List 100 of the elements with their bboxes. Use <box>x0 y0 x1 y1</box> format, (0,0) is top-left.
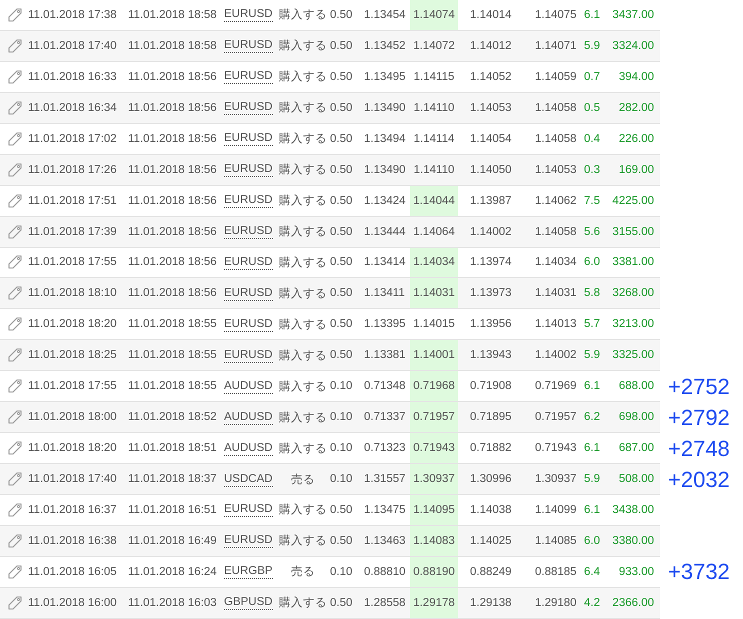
table-cell-text: 1.30937 <box>534 472 578 488</box>
table-cell: 1.14031 <box>410 278 458 308</box>
table-cell-text: 1.14013 <box>534 317 578 332</box>
symbol-link[interactable]: EURUSD <box>224 69 273 84</box>
symbol-link[interactable]: EURUSD <box>224 533 273 548</box>
table-cell-text: 購入する <box>278 70 328 86</box>
symbol-link[interactable]: EURUSD <box>224 286 273 301</box>
table-cell-text: 1.14110 <box>412 162 456 178</box>
symbol-link[interactable]: USDCAD <box>224 472 273 487</box>
table-cell-text: 11.01.2018 18:58 <box>128 8 218 23</box>
table-cell-text: 0.7 <box>583 70 601 85</box>
symbol-link[interactable]: EURUSD <box>224 100 273 116</box>
table-cell-text: 0.10 <box>330 410 354 426</box>
symbol-link[interactable]: EURUSD <box>224 7 273 22</box>
symbol-link[interactable]: EURUSD <box>224 224 273 240</box>
table-cell-text: 1.14054 <box>469 132 513 147</box>
symbol-link[interactable]: EURUSD <box>224 38 273 54</box>
table-cell-text: 購入する <box>278 442 328 457</box>
table-cell-text: 購入する <box>278 132 328 148</box>
tag-icon[interactable] <box>7 68 23 85</box>
table-cell-text: 購入する <box>278 38 328 54</box>
table-cell-text: 1.29180 <box>534 596 578 611</box>
table-cell-text: 0.71895 <box>469 410 513 426</box>
table-cell: 1.30937 <box>410 464 458 494</box>
tag-icon[interactable] <box>7 440 23 456</box>
tag-icon[interactable] <box>7 192 23 209</box>
table-cell-text: 11.01.2018 18:56 <box>128 255 218 270</box>
tag-icon[interactable] <box>7 6 23 23</box>
tag-icon[interactable] <box>7 224 23 240</box>
table-cell-text: 11.01.2018 17:26 <box>28 162 118 178</box>
table-cell-text: 購入する <box>278 194 328 210</box>
table-cell-text: 0.50 <box>330 38 354 54</box>
tag-icon[interactable] <box>7 502 23 518</box>
table-cell: 0.71943 <box>410 433 458 464</box>
table-cell-text: 11.01.2018 18:56 <box>128 194 218 209</box>
tag-icon[interactable] <box>7 409 23 426</box>
table-cell-text: 4.2 <box>583 596 601 611</box>
symbol-link[interactable]: EURUSD <box>224 131 273 146</box>
table-cell-text: 11.01.2018 18:00 <box>28 410 118 426</box>
table-cell-text: 11.01.2018 18:56 <box>128 100 218 116</box>
table-cell-text: 1.14014 <box>469 8 513 23</box>
symbol-link[interactable]: AUDUSD <box>224 410 273 425</box>
symbol-link[interactable]: EURUSD <box>224 348 273 363</box>
tag-icon[interactable] <box>7 254 23 270</box>
table-cell-text: 508.00 <box>618 472 655 488</box>
table-cell-text: 購入する <box>278 534 328 550</box>
symbol-link[interactable]: AUDUSD <box>224 440 273 456</box>
table-cell-text: 11.01.2018 18:10 <box>28 286 118 302</box>
table-cell-text: 0.71969 <box>534 379 578 394</box>
tag-icon[interactable] <box>7 130 23 147</box>
table-cell-text: 1.13381 <box>364 348 407 364</box>
tag-icon[interactable] <box>7 532 23 549</box>
tag-icon[interactable] <box>7 285 23 302</box>
table-cell-text: 売る <box>290 564 316 580</box>
table-cell-text: 11.01.2018 18:20 <box>28 317 118 332</box>
table-cell-text: 購入する <box>278 410 328 426</box>
symbol-link[interactable]: EURUSD <box>224 316 273 332</box>
tag-icon[interactable] <box>7 100 23 116</box>
table-cell-text: 1.14034 <box>534 255 578 270</box>
table-cell-text: 5.7 <box>583 317 601 332</box>
table-cell-text: 1.14059 <box>534 70 578 85</box>
table-cell-text: 5.8 <box>583 286 601 302</box>
table-cell-text: 1.14075 <box>534 8 578 23</box>
tag-icon[interactable] <box>7 378 23 394</box>
table-cell-text: 1.13452 <box>364 38 407 54</box>
table-cell-text: 0.50 <box>330 348 354 364</box>
tag-icon[interactable] <box>7 347 23 364</box>
tag-icon[interactable] <box>7 564 23 580</box>
table-cell-text: 1.14110 <box>412 100 456 116</box>
table-cell-text: 6.1 <box>583 379 601 394</box>
symbol-link[interactable]: EURUSD <box>224 502 273 518</box>
table-cell-text: 0.10 <box>330 379 354 394</box>
table-cell-text: 1.14115 <box>412 70 456 85</box>
symbol-link[interactable]: EURGBP <box>224 564 273 580</box>
symbol-link[interactable]: EURUSD <box>224 193 273 208</box>
table-cell-text: 1.13943 <box>469 348 513 364</box>
symbol-link[interactable]: EURUSD <box>224 162 273 178</box>
table-cell-text: 0.50 <box>330 100 354 116</box>
tag-icon[interactable] <box>7 162 23 178</box>
table-cell-text: 0.71348 <box>364 379 407 394</box>
table-cell-text: 1.14053 <box>469 100 513 116</box>
table-cell: 1.14083 <box>410 526 458 556</box>
tag-icon[interactable] <box>7 316 23 332</box>
tag-icon[interactable] <box>7 38 23 54</box>
tag-icon[interactable] <box>7 594 23 611</box>
table-cell-text: 3438.00 <box>611 502 655 518</box>
table-cell-text: 0.71943 <box>534 441 578 456</box>
table-cell-text: 5.9 <box>583 38 601 54</box>
table-cell-text: 1.14058 <box>534 132 578 147</box>
table-cell-text: 6.4 <box>583 564 601 580</box>
table-cell-text: 1.13956 <box>469 317 513 332</box>
table-cell-text: 2366.00 <box>611 596 655 611</box>
symbol-link[interactable]: EURUSD <box>224 254 273 270</box>
table-cell-text: 1.29138 <box>469 596 513 611</box>
table-cell-text: 0.50 <box>330 317 354 332</box>
table-cell-text: 購入する <box>278 8 328 24</box>
symbol-link[interactable]: GBPUSD <box>224 595 273 610</box>
tag-icon[interactable] <box>7 471 23 488</box>
symbol-link[interactable]: AUDUSD <box>224 378 273 394</box>
table-cell-text: 1.13454 <box>364 8 407 23</box>
